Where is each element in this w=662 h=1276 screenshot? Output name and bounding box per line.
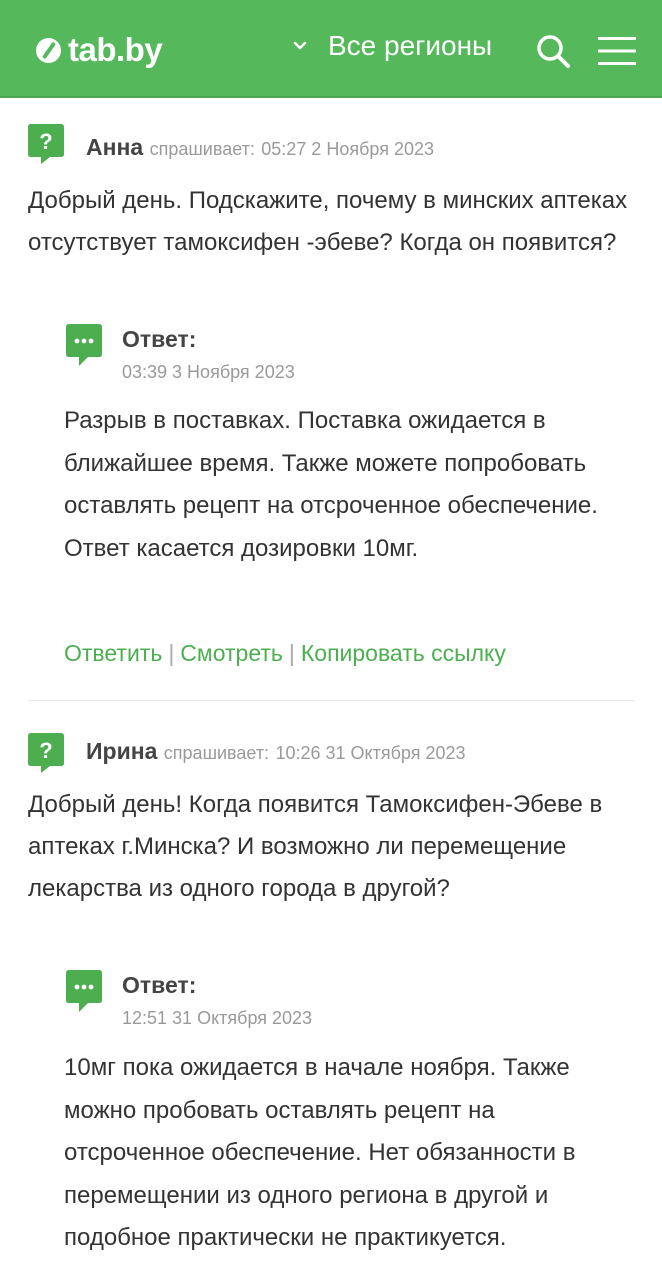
copy-link[interactable]: Копировать ссылку [301, 640, 506, 666]
answer-label: Ответ: [122, 326, 197, 352]
question-icon: ? [28, 124, 64, 164]
author-name: Ирина [86, 738, 158, 764]
question-text: Добрый день. Подскажите, почему в мински… [28, 187, 628, 256]
question-text: Добрый день! Когда появится Тамоксифен-Э… [28, 791, 603, 902]
region-label: Все регионы [328, 30, 493, 61]
search-icon[interactable] [535, 33, 571, 69]
logo-icon [36, 37, 61, 63]
answer-text: Разрыв в поставках. Поставка ожидается в… [64, 407, 598, 562]
answer-icon [66, 324, 102, 366]
view-link[interactable]: Смотреть [180, 640, 283, 666]
answer-datetime: 12:51 31 Октября 2023 [122, 1008, 313, 1028]
question-header: Ирина спрашивает: 10:26 31 Октября 2023 [86, 738, 466, 765]
action-separator: | [288, 640, 295, 666]
site-header: tab.by Все регионы [0, 0, 662, 98]
question-actions: Ответить | Смотреть | Копировать ссылку [64, 640, 506, 667]
svg-text:?: ? [39, 738, 52, 763]
region-selector[interactable]: Все регионы [290, 30, 492, 62]
reply-link[interactable]: Ответить [64, 640, 162, 666]
asks-label: спрашивает: [149, 139, 255, 159]
site-logo[interactable]: tab.by [36, 31, 163, 69]
chevron-down-icon [293, 41, 307, 50]
svg-text:?: ? [39, 129, 52, 154]
menu-icon[interactable] [598, 36, 636, 66]
answer-datetime: 03:39 3 Ноября 2023 [122, 362, 295, 382]
divider [28, 700, 634, 701]
question-datetime: 10:26 31 Октября 2023 [275, 743, 466, 763]
asks-label: спрашивает: [163, 743, 270, 763]
answer-label: Ответ: [122, 972, 197, 998]
author-name: Анна [86, 134, 144, 160]
question-icon: ? [28, 733, 64, 773]
answer-text: 10мг пока ожидается в начале ноября. Так… [64, 1054, 576, 1251]
answer-icon [66, 970, 102, 1012]
question-datetime: 05:27 2 Ноября 2023 [261, 139, 434, 159]
logo-text: tab.by [68, 31, 163, 68]
question-header: Анна спрашивает: 05:27 2 Ноября 2023 [86, 134, 434, 161]
action-separator: | [168, 640, 175, 666]
